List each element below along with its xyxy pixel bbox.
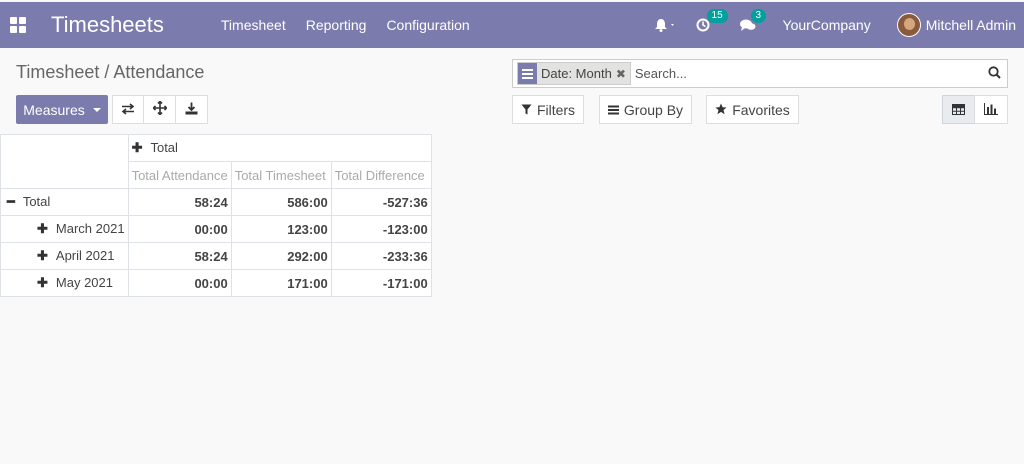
cell-value[interactable]: -233:36 bbox=[330, 242, 432, 270]
row-header-may-2021[interactable]: ✚ May 2021 bbox=[0, 269, 129, 297]
pivot-corner bbox=[0, 134, 129, 189]
facet-value: Date: Month bbox=[541, 66, 612, 81]
row-label: April 2021 bbox=[55, 248, 115, 263]
user-avatar[interactable] bbox=[896, 13, 921, 37]
measures-button[interactable]: Measures bbox=[16, 95, 108, 124]
row-label: March 2021 bbox=[55, 221, 125, 236]
download-icon bbox=[185, 102, 198, 118]
favorites-button[interactable]: Favorites bbox=[706, 95, 799, 124]
pivot-row: ✚ March 2021 00:00 123:00 -123:00 bbox=[0, 215, 432, 243]
expand-all-button[interactable] bbox=[143, 95, 176, 124]
cell-value[interactable]: 00:00 bbox=[127, 269, 232, 297]
search-facet: Date: Month ✖ bbox=[517, 62, 631, 85]
expand-plus-icon: ✚ bbox=[37, 221, 48, 236]
menu-configuration[interactable]: Configuration bbox=[386, 17, 469, 33]
menu-reporting[interactable]: Reporting bbox=[306, 17, 367, 33]
group-by-button[interactable]: Group By bbox=[599, 95, 692, 124]
main-menu: Timesheet Reporting Configuration bbox=[221, 17, 490, 33]
star-icon bbox=[715, 102, 727, 118]
measure-header-timesheet[interactable]: Total Timesheet bbox=[230, 161, 332, 189]
top-navbar: Timesheets Timesheet Reporting Configura… bbox=[0, 2, 1024, 48]
pivot-column-header-total[interactable]: ✚ Total bbox=[127, 134, 432, 162]
expand-plus-icon: ✚ bbox=[37, 248, 48, 263]
pivot-view-button[interactable] bbox=[942, 95, 975, 124]
collapse-minus-icon: ━ bbox=[7, 194, 15, 209]
cell-value[interactable]: 586:00 bbox=[230, 188, 332, 216]
user-menu[interactable]: Mitchell Admin bbox=[926, 17, 1016, 33]
row-header-march-2021[interactable]: ✚ March 2021 bbox=[0, 215, 129, 243]
group-by-facet-icon bbox=[518, 63, 537, 84]
group-by-label: Group By bbox=[623, 101, 684, 118]
navbar-systray: 15 3 YourCompany Mitchell Admin bbox=[654, 2, 1024, 48]
row-label: May 2021 bbox=[55, 275, 113, 290]
app-title[interactable]: Timesheets bbox=[51, 12, 164, 38]
menu-timesheet[interactable]: Timesheet bbox=[221, 17, 286, 33]
cell-value[interactable]: 292:00 bbox=[230, 242, 332, 270]
search-box: Date: Month ✖ bbox=[512, 59, 1008, 88]
caret-down-icon bbox=[92, 107, 101, 112]
cell-value[interactable]: 00:00 bbox=[127, 215, 232, 243]
search-icon[interactable] bbox=[988, 66, 1001, 82]
expand-plus-icon: ✚ bbox=[131, 140, 143, 155]
search-input[interactable] bbox=[634, 66, 1007, 81]
apps-menu-icon[interactable] bbox=[10, 17, 26, 33]
expand-plus-icon: ✚ bbox=[37, 275, 48, 290]
facet-remove-icon[interactable]: ✖ bbox=[616, 67, 630, 81]
pivot-table: ✚ Total Total Attendance Total Timesheet … bbox=[0, 134, 432, 297]
table-icon bbox=[952, 102, 965, 118]
arrows-move-icon bbox=[151, 100, 168, 118]
favorites-label: Favorites bbox=[732, 101, 790, 118]
row-header-total[interactable]: ━ Total bbox=[0, 188, 129, 216]
measure-header-difference[interactable]: Total Difference bbox=[330, 161, 432, 189]
bars-icon bbox=[607, 102, 619, 118]
download-button[interactable] bbox=[175, 95, 208, 124]
bar-chart-icon bbox=[984, 102, 998, 118]
activity-clock-icon[interactable]: 15 bbox=[696, 9, 728, 32]
breadcrumb: Timesheet / Attendance bbox=[16, 62, 205, 82]
cell-value[interactable]: 123:00 bbox=[230, 215, 332, 243]
filters-label: Filters bbox=[536, 101, 576, 118]
messages-badge: 3 bbox=[750, 9, 767, 23]
flip-axis-button[interactable] bbox=[112, 95, 144, 124]
company-switcher[interactable]: YourCompany bbox=[783, 17, 871, 33]
cell-value[interactable]: 58:24 bbox=[127, 242, 232, 270]
cell-value[interactable]: -171:00 bbox=[330, 269, 432, 297]
measure-header-attendance[interactable]: Total Attendance bbox=[127, 161, 232, 189]
filters-button[interactable]: Filters bbox=[512, 95, 584, 124]
filter-icon bbox=[521, 102, 532, 118]
pivot-row-total: ━ Total 58:24 586:00 -527:36 bbox=[0, 188, 432, 216]
notification-bell-icon[interactable] bbox=[654, 18, 676, 32]
exchange-icon bbox=[121, 102, 135, 118]
messages-icon[interactable]: 3 bbox=[739, 9, 767, 32]
graph-view-button[interactable] bbox=[974, 95, 1008, 124]
measures-label: Measures bbox=[23, 101, 85, 118]
cell-value[interactable]: 58:24 bbox=[127, 188, 232, 216]
cell-value[interactable]: 171:00 bbox=[230, 269, 332, 297]
pivot-row: ✚ May 2021 00:00 171:00 -171:00 bbox=[0, 269, 432, 297]
activity-badge: 15 bbox=[706, 9, 728, 23]
row-header-april-2021[interactable]: ✚ April 2021 bbox=[0, 242, 129, 270]
pivot-row: ✚ April 2021 58:24 292:00 -233:36 bbox=[0, 242, 432, 270]
cell-value[interactable]: -123:00 bbox=[330, 215, 432, 243]
column-total-label: Total bbox=[150, 140, 178, 155]
cell-value[interactable]: -527:36 bbox=[330, 188, 432, 216]
row-label: Total bbox=[22, 194, 51, 209]
